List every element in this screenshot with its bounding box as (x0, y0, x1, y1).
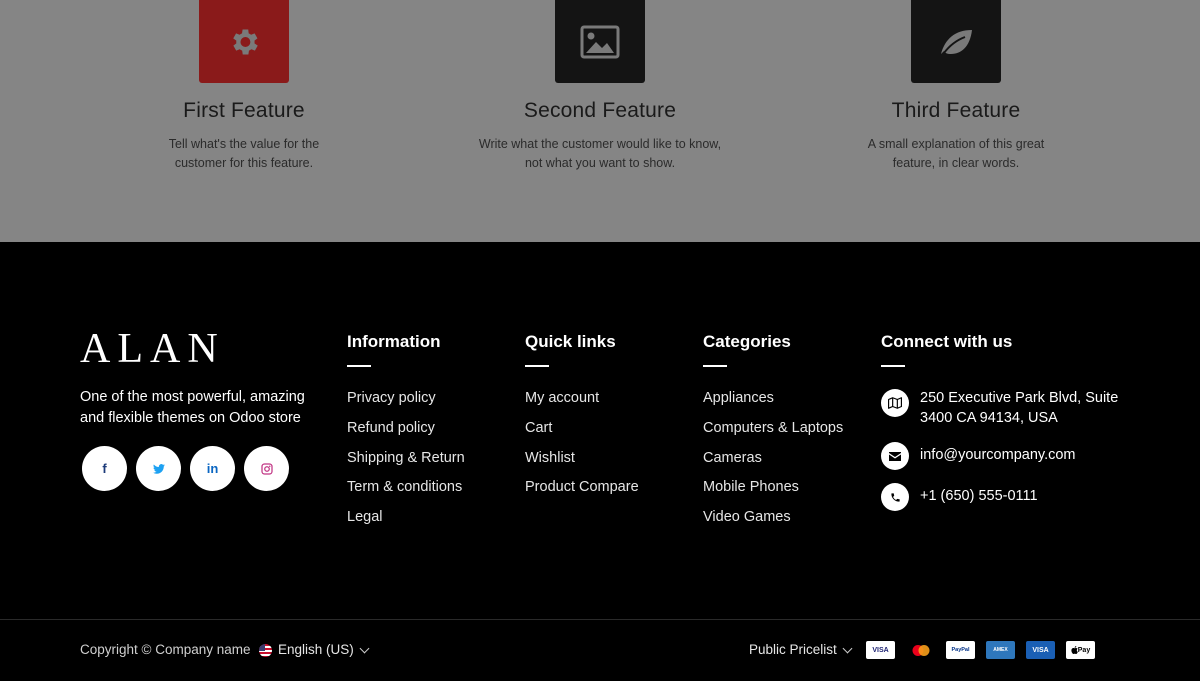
footer-column-contact: Connect with us 250 Executive Park Blvd,… (881, 332, 1120, 511)
footer-link-terms[interactable]: Term & conditions (347, 478, 465, 508)
feature-text-2: Write what the customer would like to kn… (478, 137, 722, 170)
footer-link-shipping-return[interactable]: Shipping & Return (347, 449, 465, 479)
footer-link-appliances[interactable]: Appliances (703, 389, 843, 419)
language-label: English (US) (278, 642, 354, 657)
instagram-icon[interactable] (244, 446, 289, 491)
feature-card-1: First Feature Tell what's the value for … (94, 0, 394, 173)
us-flag-icon (259, 643, 272, 657)
amex-icon: AMEX (986, 641, 1015, 659)
footer-column-information: Information Privacy policy Refund policy… (347, 332, 465, 538)
mastercard-icon (906, 641, 935, 659)
column-title: Information (347, 332, 441, 351)
language-selector[interactable]: English (US) (259, 641, 370, 659)
title-underline (525, 365, 549, 367)
feature-tile-2 (555, 0, 645, 83)
copyright-text: Copyright © Company name (80, 642, 251, 657)
title-underline (703, 365, 727, 367)
column-title: Quick links (525, 332, 616, 351)
footer-bottom-bar: Copyright © Company name English (US) Pu… (0, 620, 1200, 681)
pricelist-label: Public Pricelist (749, 642, 837, 657)
footer-link-legal[interactable]: Legal (347, 508, 465, 538)
feature-title-1: First Feature (183, 99, 305, 122)
feature-tile-1 (199, 0, 289, 83)
contact-phone[interactable]: +1 (650) 555-0111 (881, 483, 1120, 511)
footer-link-video-games[interactable]: Video Games (703, 508, 843, 538)
linkedin-icon[interactable]: in (190, 446, 235, 491)
column-title: Categories (703, 332, 791, 351)
pricelist-selector[interactable]: Public Pricelist (749, 641, 853, 659)
gear-icon (227, 25, 261, 59)
footer-column-quick-links: Quick links My account Cart Wishlist Pro… (525, 332, 639, 508)
chevron-down-icon (359, 643, 370, 653)
apple-pay-label: Pay (1077, 646, 1091, 654)
contact-email[interactable]: info@yourcompany.com (881, 442, 1120, 483)
footer-link-mobile-phones[interactable]: Mobile Phones (703, 478, 843, 508)
feature-title-2: Second Feature (523, 99, 677, 122)
visa-electron-icon: VISA (1026, 641, 1055, 659)
footer-link-product-compare[interactable]: Product Compare (525, 478, 639, 508)
image-icon (580, 25, 620, 59)
social-links: f in (82, 446, 289, 491)
footer-link-my-account[interactable]: My account (525, 389, 639, 419)
facebook-icon[interactable]: f (82, 446, 127, 491)
visa-icon: VISA (866, 641, 895, 659)
leaf-icon (937, 27, 975, 57)
twitter-icon[interactable] (136, 446, 181, 491)
feature-tile-3 (911, 0, 1001, 83)
contact-address: 250 Executive Park Blvd, Suite 3400 CA 9… (881, 389, 1120, 442)
footer-link-cart[interactable]: Cart (525, 419, 639, 449)
footer-link-wishlist[interactable]: Wishlist (525, 449, 639, 479)
feature-card-2: Second Feature Write what the customer w… (450, 0, 750, 173)
site-footer: ALAN One of the most powerful, amazing a… (0, 242, 1200, 681)
feature-title-3: Third Feature (891, 99, 1021, 122)
map-icon (881, 389, 909, 417)
footer-link-computers-laptops[interactable]: Computers & Laptops (703, 419, 843, 449)
footer-link-cameras[interactable]: Cameras (703, 449, 843, 479)
column-title: Connect with us (881, 332, 1013, 351)
footer-column-categories: Categories Appliances Computers & Laptop… (703, 332, 843, 538)
feature-card-3: Third Feature A small explanation of thi… (806, 0, 1106, 173)
envelope-icon (881, 442, 909, 470)
title-underline (347, 365, 371, 367)
paypal-icon: PayPal (946, 641, 975, 659)
feature-text-1: Tell what's the value for the customer f… (168, 137, 320, 170)
title-underline (881, 365, 905, 367)
phone-text[interactable]: +1 (650) 555-0111 (920, 486, 1038, 506)
payment-methods: VISA PayPal AMEX VISA Pay (866, 641, 1095, 659)
brand-logo[interactable]: ALAN (80, 328, 225, 370)
email-text[interactable]: info@yourcompany.com (920, 445, 1076, 465)
footer-link-privacy-policy[interactable]: Privacy policy (347, 389, 465, 419)
feature-text-3: A small explanation of this great featur… (867, 137, 1045, 170)
features-section: First Feature Tell what's the value for … (0, 0, 1200, 242)
phone-icon (881, 483, 909, 511)
apple-pay-icon: Pay (1066, 641, 1095, 659)
chevron-down-icon (842, 643, 853, 653)
footer-link-refund-policy[interactable]: Refund policy (347, 419, 465, 449)
address-text: 250 Executive Park Blvd, Suite 3400 CA 9… (920, 390, 1119, 426)
footer-tagline: One of the most powerful, amazing and fl… (80, 389, 305, 426)
